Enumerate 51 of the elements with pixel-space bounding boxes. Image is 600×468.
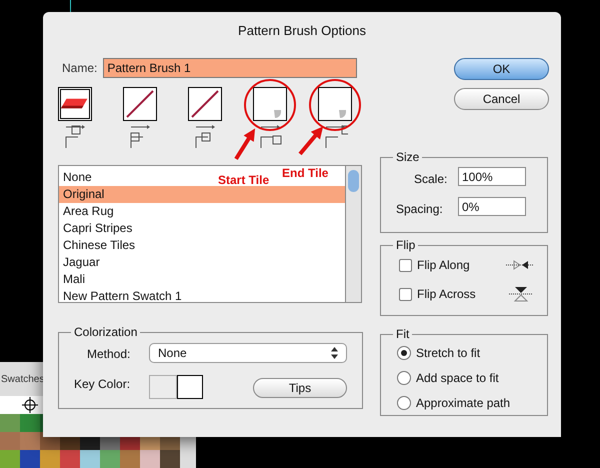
checkbox-label: Flip Across xyxy=(417,286,476,303)
corner-shape-icon xyxy=(274,110,281,118)
tile-button[interactable] xyxy=(123,87,157,121)
tile-button[interactable] xyxy=(318,87,352,121)
stepper-icon xyxy=(331,347,338,359)
annotation-label: End Tile xyxy=(282,165,328,182)
name-field[interactable]: Pattern Brush 1 xyxy=(103,58,358,78)
diagonal-line-icon xyxy=(126,90,154,118)
radio-button[interactable] xyxy=(397,346,411,360)
list-item[interactable]: Mali xyxy=(59,271,90,288)
ok-button[interactable]: OK xyxy=(454,58,549,80)
list-item[interactable]: New Pattern Swatch 1 xyxy=(59,288,186,305)
tile-pattern-icon xyxy=(61,98,88,108)
radio-button[interactable] xyxy=(397,371,411,385)
scrollbar[interactable] xyxy=(346,165,362,303)
scale-field[interactable]: 100% xyxy=(458,167,526,186)
list-item[interactable]: Area Rug xyxy=(59,203,118,220)
radio-label: Stretch to fit xyxy=(416,345,480,362)
corner-shape-icon xyxy=(339,110,346,118)
flip-across-icon xyxy=(509,286,533,302)
checkbox[interactable] xyxy=(399,288,412,300)
panel-title: Swatches xyxy=(1,373,44,387)
radio-button[interactable] xyxy=(397,396,411,410)
list-item[interactable]: None xyxy=(59,169,96,186)
group-title: Flip xyxy=(393,237,418,253)
method-label: Method: xyxy=(87,346,130,363)
flip-along-icon xyxy=(506,259,534,271)
diagonal-line-icon xyxy=(191,90,219,118)
window-title: Pattern Brush Options xyxy=(237,22,367,40)
tile-button[interactable] xyxy=(188,87,222,121)
tile-button[interactable] xyxy=(58,87,92,121)
spacing-label: Spacing: xyxy=(396,201,443,218)
list-item[interactable]: Capri Stripes xyxy=(59,220,136,237)
tips-button[interactable]: Tips xyxy=(253,378,347,398)
scale-label: Scale: xyxy=(414,171,448,188)
key-color-swatch[interactable] xyxy=(149,375,177,399)
annotation-label: Start Tile xyxy=(218,172,270,189)
cancel-button[interactable]: Cancel xyxy=(454,88,549,110)
checkbox-label: Flip Along xyxy=(417,257,470,274)
name-label: Name: xyxy=(62,60,98,77)
tile-button[interactable] xyxy=(253,87,287,121)
list-item[interactable]: Original xyxy=(59,186,345,203)
spacing-field[interactable]: 0% xyxy=(458,197,526,216)
key-color-swatch[interactable] xyxy=(177,375,203,399)
method-dropdown[interactable]: None xyxy=(149,343,347,363)
radio-label: Approximate path xyxy=(416,395,510,412)
key-color-label: Key Color: xyxy=(74,376,130,393)
list-item[interactable]: Chinese Tiles xyxy=(59,237,140,254)
checkbox[interactable] xyxy=(399,258,412,272)
radio-label: Add space to fit xyxy=(416,370,499,387)
list-item[interactable]: Jaguar xyxy=(59,254,104,271)
